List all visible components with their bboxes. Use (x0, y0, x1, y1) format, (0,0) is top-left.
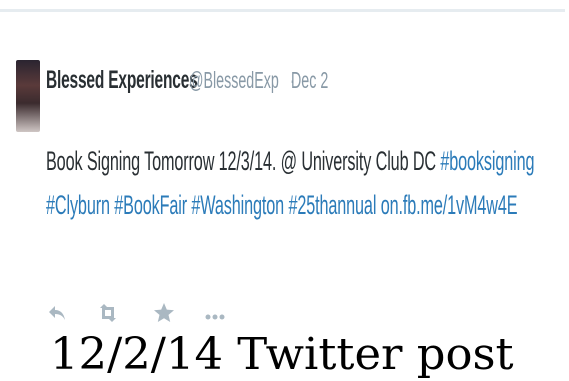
hashtag-bookfair[interactable]: #BookFair (114, 190, 187, 220)
tweet-actions (46, 302, 246, 332)
avatar[interactable] (16, 60, 40, 132)
hashtag-clyburn[interactable]: #Clyburn (46, 190, 110, 220)
tweet-text: Book Signing Tomorrow 12/3/14. @ Univers… (46, 139, 569, 227)
top-divider (0, 9, 569, 12)
hashtag-25thannual[interactable]: #25thannual (288, 190, 376, 220)
tweet-meta: @BlessedExp · Dec 2 (189, 67, 351, 94)
right-edge (565, 0, 569, 381)
hashtag-booksigning[interactable]: #booksigning (440, 146, 534, 176)
image-caption: 12/2/14 Twitter post (50, 329, 514, 380)
hashtag-washington[interactable]: #Washington (191, 190, 284, 220)
author-name[interactable]: Blessed Experiences (46, 66, 198, 95)
author-handle[interactable]: @BlessedExp (189, 67, 279, 94)
tweet-date[interactable]: Dec 2 (291, 67, 328, 94)
tweet-body-text: Book Signing Tomorrow 12/3/14. @ Univers… (46, 146, 441, 176)
tweet-header: Blessed Experiences @BlessedExp · Dec 2 (46, 66, 351, 95)
external-link[interactable]: on.fb.me/1vM4w4E (381, 190, 518, 220)
